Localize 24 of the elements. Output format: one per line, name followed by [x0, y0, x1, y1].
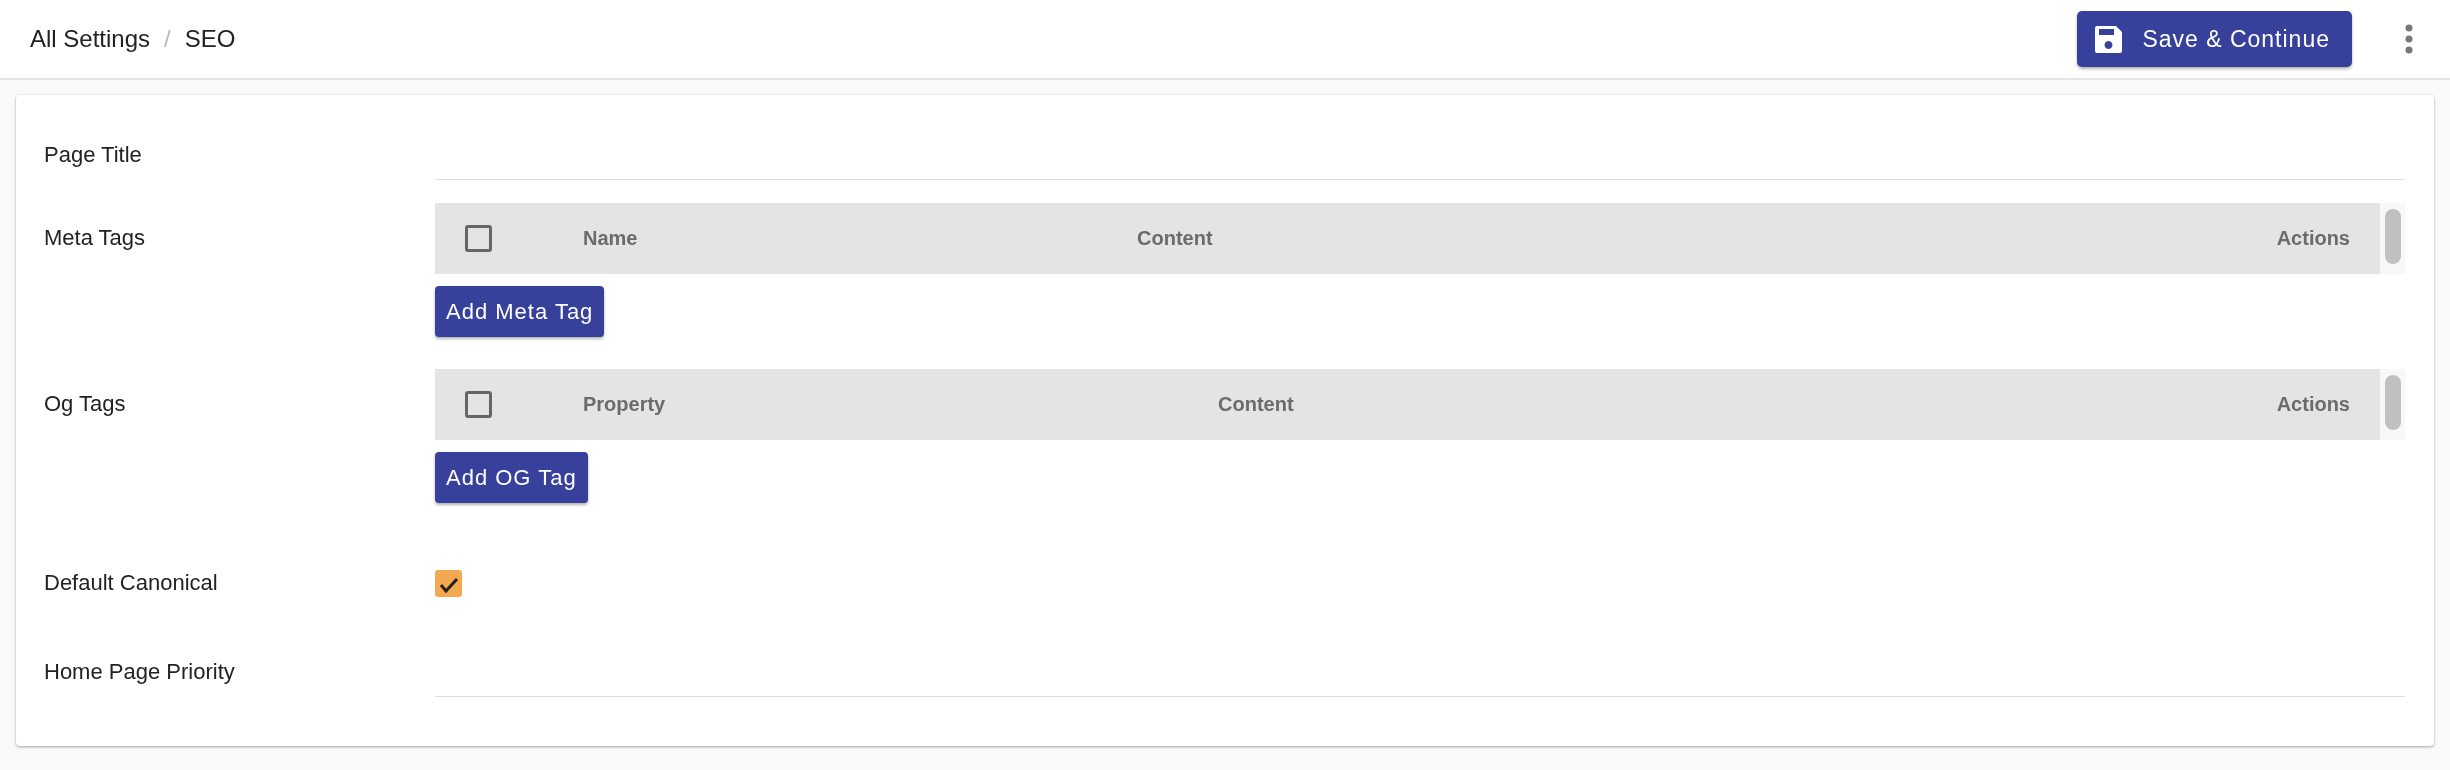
- field-label: Meta Tags: [44, 224, 147, 252]
- breadcrumb-separator: /: [164, 25, 171, 53]
- save-button[interactable]: Save & Continue: [2077, 11, 2352, 67]
- select-all-checkbox[interactable]: [465, 225, 492, 252]
- column-header: Content: [1137, 227, 1214, 250]
- column-header: Content: [1218, 393, 1295, 416]
- column-header: Name: [583, 227, 639, 250]
- checkbox[interactable]: [435, 569, 462, 597]
- field-label: Page Title: [44, 141, 143, 169]
- breadcrumb-item[interactable]: All Settings: [30, 25, 151, 53]
- add-tag-button[interactable]: Add OG Tag: [435, 452, 588, 503]
- select-all-checkbox[interactable]: [465, 391, 492, 418]
- save-icon: [2095, 25, 2123, 53]
- more-menu-icon[interactable]: [2404, 24, 2414, 54]
- field-label: Home Page Priority: [44, 658, 236, 686]
- field-label: Default Canonical: [44, 569, 219, 597]
- add-tag-button[interactable]: Add Meta Tag: [435, 286, 605, 337]
- field-label: Og Tags: [44, 390, 127, 418]
- breadcrumb-item: SEO: [184, 25, 236, 53]
- column-header: Actions: [2276, 393, 2350, 416]
- scrollbar[interactable]: [2380, 203, 2405, 274]
- column-header: Actions: [2276, 227, 2350, 250]
- column-header: Property: [583, 393, 667, 416]
- scrollbar[interactable]: [2380, 369, 2405, 440]
